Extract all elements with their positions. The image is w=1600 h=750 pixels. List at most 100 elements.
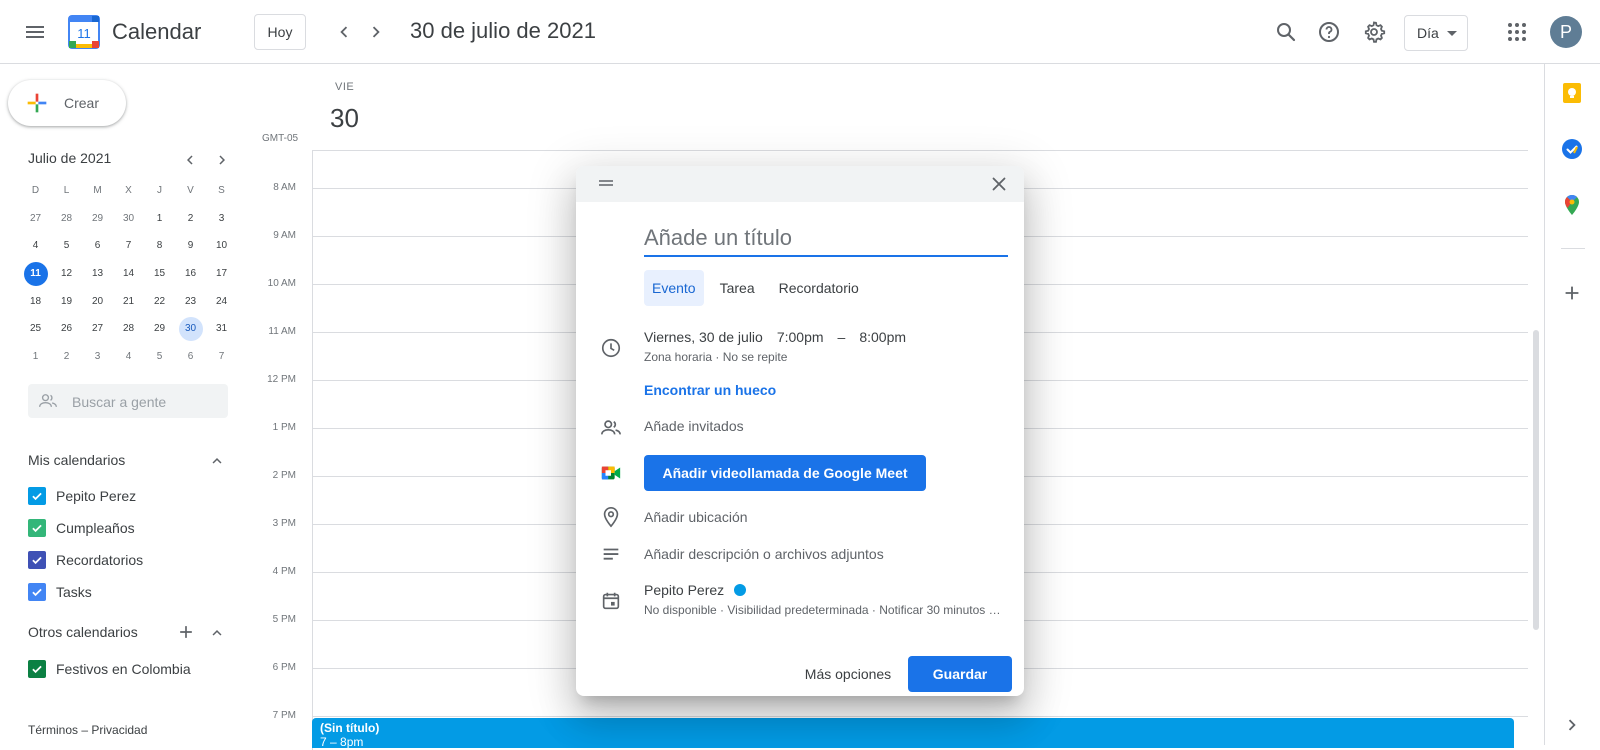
main-menu-icon[interactable] bbox=[23, 20, 47, 44]
event-date[interactable]: Viernes, 30 de julio bbox=[644, 329, 763, 345]
calendar-checkbox[interactable] bbox=[28, 519, 46, 537]
mini-calendar-day[interactable]: 31 bbox=[206, 315, 237, 343]
mini-calendar-day[interactable]: 7 bbox=[206, 343, 237, 371]
calendar-checkbox[interactable] bbox=[28, 551, 46, 569]
calendar-checkbox[interactable] bbox=[28, 487, 46, 505]
mini-calendar-day[interactable]: 26 bbox=[51, 315, 82, 343]
expand-side-panel-icon[interactable] bbox=[1561, 714, 1583, 736]
calendar-owner-row[interactable]: Pepito Perez bbox=[644, 582, 747, 598]
mini-calendar-day[interactable]: 16 bbox=[175, 260, 206, 288]
mini-calendar-day[interactable]: 6 bbox=[175, 343, 206, 371]
mini-calendar-day[interactable]: 4 bbox=[20, 232, 51, 260]
calendar-list-item[interactable]: Cumpleaños bbox=[28, 518, 135, 538]
mini-calendar-day[interactable]: 3 bbox=[82, 343, 113, 371]
today-button[interactable]: Hoy bbox=[254, 14, 306, 50]
mini-calendar-day[interactable]: 29 bbox=[82, 205, 113, 233]
mini-calendar-previous-month-icon[interactable] bbox=[181, 151, 199, 169]
mini-calendar-day[interactable]: 25 bbox=[20, 315, 51, 343]
add-location-field[interactable]: Añadir ubicación bbox=[644, 509, 748, 525]
mini-calendar-day[interactable]: 19 bbox=[51, 287, 82, 315]
dialog-drag-bar[interactable] bbox=[576, 166, 1024, 202]
add-description-field[interactable]: Añadir descripción o archivos adjuntos bbox=[644, 546, 884, 562]
apps-grid-icon[interactable] bbox=[1505, 20, 1529, 44]
draft-event-block[interactable]: (Sin título) 7 – 8pm bbox=[312, 718, 1514, 749]
terms-privacy-footer[interactable]: Términos – Privacidad bbox=[28, 723, 147, 737]
close-icon[interactable] bbox=[988, 173, 1010, 195]
other-calendars-title[interactable]: Otros calendarios bbox=[28, 624, 138, 640]
vertical-scrollbar[interactable] bbox=[1533, 330, 1539, 630]
tasks-icon[interactable] bbox=[1561, 138, 1583, 160]
mini-calendar-day[interactable]: 11 bbox=[20, 260, 51, 288]
add-google-meet-button[interactable]: Añadir videollamada de Google Meet bbox=[644, 455, 926, 491]
calendar-logo-icon[interactable]: 11 bbox=[68, 15, 100, 49]
mini-calendar-day[interactable]: 2 bbox=[51, 343, 82, 371]
mini-calendar-day[interactable]: 8 bbox=[144, 232, 175, 260]
mini-calendar-day[interactable]: 23 bbox=[175, 287, 206, 315]
mini-calendar-day[interactable]: 22 bbox=[144, 287, 175, 315]
add-other-calendar-icon[interactable] bbox=[176, 622, 196, 642]
my-calendars-title[interactable]: Mis calendarios bbox=[28, 452, 125, 468]
mini-calendar-day[interactable]: 5 bbox=[144, 343, 175, 371]
event-type-tab[interactable]: Recordatorio bbox=[771, 270, 867, 306]
event-title-input[interactable] bbox=[644, 221, 1008, 257]
event-type-tab[interactable]: Tarea bbox=[712, 270, 763, 306]
mini-calendar-day[interactable]: 17 bbox=[206, 260, 237, 288]
availability-visibility-notification[interactable]: No disponible · Visibilidad predetermina… bbox=[644, 603, 1004, 617]
create-button[interactable]: Crear bbox=[8, 80, 126, 126]
mini-calendar-day[interactable]: 15 bbox=[144, 260, 175, 288]
mini-calendar-day[interactable]: 30 bbox=[113, 205, 144, 233]
keep-icon[interactable] bbox=[1561, 82, 1583, 104]
mini-calendar-day[interactable]: 14 bbox=[113, 260, 144, 288]
mini-calendar-day[interactable]: 9 bbox=[175, 232, 206, 260]
mini-calendar-day[interactable]: 1 bbox=[20, 343, 51, 371]
calendar-list-item[interactable]: Recordatorios bbox=[28, 550, 143, 570]
mini-calendar-day[interactable]: 18 bbox=[20, 287, 51, 315]
search-icon[interactable] bbox=[1274, 20, 1298, 44]
calendar-list-item[interactable]: Pepito Perez bbox=[28, 486, 136, 506]
mini-calendar-day[interactable]: 30 bbox=[175, 315, 206, 343]
previous-day-icon[interactable] bbox=[333, 21, 355, 43]
calendar-checkbox[interactable] bbox=[28, 660, 46, 678]
mini-calendar-day[interactable]: 21 bbox=[113, 287, 144, 315]
calendar-list-item[interactable]: Festivos en Colombia bbox=[28, 659, 191, 679]
calendar-list-item[interactable]: Tasks bbox=[28, 582, 92, 602]
more-options-button[interactable]: Más opciones bbox=[796, 656, 900, 692]
people-search-field[interactable]: Buscar a gente bbox=[28, 384, 228, 418]
mini-calendar-day[interactable]: 13 bbox=[82, 260, 113, 288]
account-avatar[interactable]: P bbox=[1550, 16, 1582, 48]
add-guests-field[interactable]: Añade invitados bbox=[644, 418, 744, 434]
find-time-slot-link[interactable]: Encontrar un hueco bbox=[644, 382, 776, 398]
collapse-my-calendars-icon[interactable] bbox=[208, 452, 226, 470]
settings-gear-icon[interactable] bbox=[1362, 20, 1386, 44]
mini-calendar-day[interactable]: 28 bbox=[51, 205, 82, 233]
timezone-repeat-text[interactable]: Zona horaria · No se repite bbox=[644, 350, 787, 364]
mini-calendar-day[interactable]: 28 bbox=[113, 315, 144, 343]
drag-handle-icon[interactable] bbox=[598, 179, 614, 187]
mini-calendar-day[interactable]: 24 bbox=[206, 287, 237, 315]
day-number[interactable]: 30 bbox=[330, 103, 359, 134]
mini-calendar-day[interactable]: 4 bbox=[113, 343, 144, 371]
mini-calendar-day[interactable]: 20 bbox=[82, 287, 113, 315]
mini-calendar-day[interactable]: 12 bbox=[51, 260, 82, 288]
event-type-tab[interactable]: Evento bbox=[644, 270, 704, 306]
mini-calendar-day[interactable]: 27 bbox=[20, 205, 51, 233]
mini-calendar-day[interactable]: 29 bbox=[144, 315, 175, 343]
mini-calendar-day[interactable]: 27 bbox=[82, 315, 113, 343]
mini-calendar-day[interactable]: 1 bbox=[144, 205, 175, 233]
mini-calendar-day[interactable]: 5 bbox=[51, 232, 82, 260]
collapse-other-calendars-icon[interactable] bbox=[208, 624, 226, 642]
help-icon[interactable] bbox=[1317, 20, 1341, 44]
event-start-time[interactable]: 7:00pm bbox=[777, 329, 824, 345]
mini-calendar-day[interactable]: 10 bbox=[206, 232, 237, 260]
event-end-time[interactable]: 8:00pm bbox=[859, 329, 906, 345]
view-selector-dropdown[interactable]: Día bbox=[1404, 15, 1468, 51]
maps-icon[interactable] bbox=[1561, 194, 1583, 216]
next-day-icon[interactable] bbox=[365, 21, 387, 43]
save-button[interactable]: Guardar bbox=[908, 656, 1012, 692]
get-addons-plus-icon[interactable] bbox=[1561, 282, 1583, 304]
mini-calendar-next-month-icon[interactable] bbox=[213, 151, 231, 169]
mini-calendar-day[interactable]: 7 bbox=[113, 232, 144, 260]
calendar-checkbox[interactable] bbox=[28, 583, 46, 601]
mini-calendar-day[interactable]: 3 bbox=[206, 205, 237, 233]
mini-calendar-day[interactable]: 6 bbox=[82, 232, 113, 260]
